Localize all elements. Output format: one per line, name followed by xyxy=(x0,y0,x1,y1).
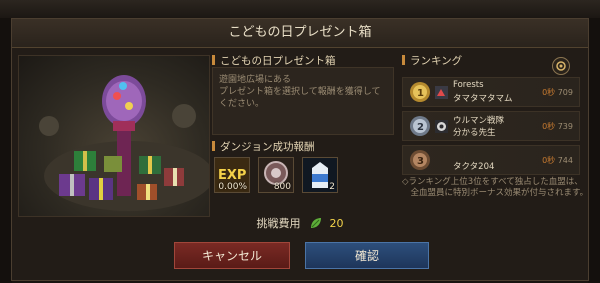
cancel-button[interactable]: キャンセル xyxy=(174,242,290,269)
bronze-medal-icon: 3 xyxy=(410,150,430,170)
event-dialog: こどもの日プレゼント箱 こどもの日プレゼント箱 遊園地広場にある プレゼント箱を… xyxy=(11,18,589,281)
challenge-cost: 挑戦費用 20 xyxy=(12,215,588,231)
section-bullet xyxy=(402,55,405,65)
reward-exp[interactable]: EXP 0.00% xyxy=(214,157,250,193)
event-description: 遊園地広場にある プレゼント箱を選択して報酬を獲得してください。 xyxy=(219,75,381,109)
player-name: タクタ204 xyxy=(453,162,495,172)
clear-time: 0秒 744 xyxy=(542,155,573,166)
section-bullet xyxy=(212,55,215,65)
background-right xyxy=(588,18,600,283)
section-bullet xyxy=(212,141,215,151)
rewards-heading: ダンジョン成功報酬 xyxy=(212,139,315,154)
silver-medal-icon: 2 xyxy=(410,116,430,136)
time-seconds: 0秒 xyxy=(542,156,556,165)
ranking-heading: ランキング xyxy=(402,53,462,68)
ranking-heading-text: ランキング xyxy=(410,55,463,67)
reward-milk[interactable]: 2 xyxy=(302,157,338,193)
gold-medal-icon: 1 xyxy=(410,82,430,102)
reward-coin[interactable]: 800 xyxy=(258,157,294,193)
cost-label: 挑戦費用 xyxy=(256,217,301,230)
guild-emblem-icon xyxy=(435,120,448,133)
rank-number: 3 xyxy=(417,156,424,167)
background-header xyxy=(0,0,600,18)
player-name: 分かる先生 xyxy=(453,128,496,138)
guild-name: Forests xyxy=(453,80,484,90)
svg-text:EXP: EXP xyxy=(218,168,246,183)
clear-time: 0秒 739 xyxy=(542,121,573,132)
reward-count: 0.00% xyxy=(218,182,247,192)
rank-number: 2 xyxy=(417,122,424,133)
time-seconds: 0秒 xyxy=(542,88,556,97)
dialog-title: こどもの日プレゼント箱 xyxy=(228,25,372,40)
guild-name: ウルマン戦隊 xyxy=(453,116,505,126)
time-seconds: 0秒 xyxy=(542,122,556,131)
ranking-info-button[interactable] xyxy=(552,57,570,75)
ranking-note: ◇ランキング上位3位をすべて独占した血盟は、 全血盟員に特別ボーナス効果が付与さ… xyxy=(402,177,589,198)
guild-emblem-icon xyxy=(435,86,448,99)
ranking-row-1[interactable]: 1 Forests タマタマタマム 0秒 709 xyxy=(402,77,580,107)
cost-value: 20 xyxy=(329,217,344,230)
player-name: タマタマタマム xyxy=(453,94,513,104)
event-heading-text: こどもの日プレゼント箱 xyxy=(220,55,336,67)
ranking-row-2[interactable]: 2 ウルマン戦隊 分かる先生 0秒 739 xyxy=(402,111,580,141)
time-value: 744 xyxy=(557,156,573,165)
event-illustration xyxy=(18,55,210,217)
clear-time: 0秒 709 xyxy=(542,87,573,98)
gift-tower-illustration xyxy=(39,75,209,211)
event-heading: こどもの日プレゼント箱 xyxy=(212,53,336,68)
reward-count: 2 xyxy=(329,182,335,192)
time-value: 709 xyxy=(557,88,573,97)
dialog-titlebar: こどもの日プレゼント箱 xyxy=(12,19,588,48)
time-value: 739 xyxy=(557,122,573,131)
ranking-row-3[interactable]: 3 タクタ204 0秒 744 xyxy=(402,145,580,175)
reward-count: 800 xyxy=(273,182,291,192)
confirm-button[interactable]: 確認 xyxy=(305,242,429,269)
rank-number: 1 xyxy=(417,88,424,99)
leaf-icon xyxy=(311,218,321,228)
rewards-heading-text: ダンジョン成功報酬 xyxy=(220,141,315,153)
ranking-info-icon xyxy=(556,61,566,71)
event-description-box: 遊園地広場にある プレゼント箱を選択して報酬を獲得してください。 xyxy=(212,67,394,135)
